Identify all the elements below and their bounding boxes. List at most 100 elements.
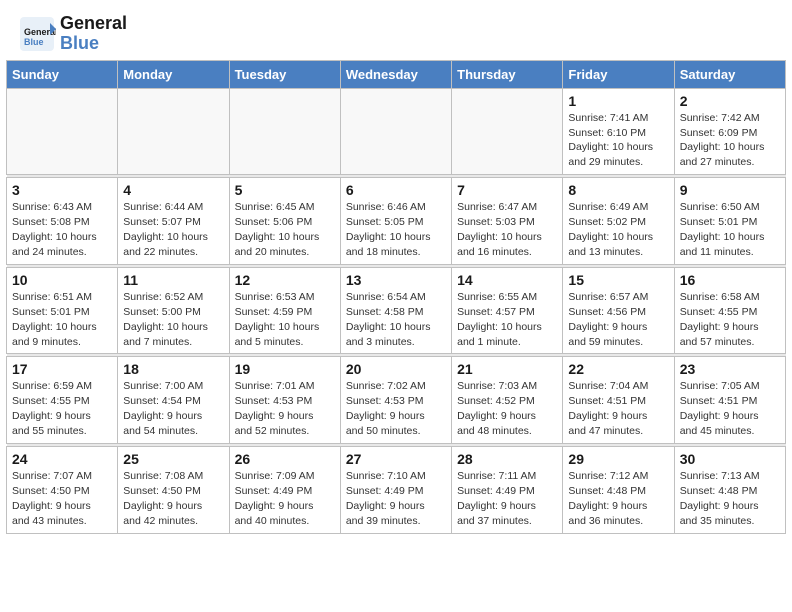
calendar-cell: 6 Sunrise: 6:46 AM Sunset: 5:05 PM Daylig…: [340, 178, 451, 265]
day-number: 3: [12, 182, 112, 198]
calendar-cell: [118, 88, 229, 175]
calendar-cell: 18Sunrise: 7:00 AM Sunset: 4:54 PM Dayli…: [118, 357, 229, 444]
day-info: Sunrise: 7:11 AM Sunset: 4:49 PM Dayligh…: [457, 469, 557, 529]
calendar-cell: [452, 88, 563, 175]
weekday-header-saturday: Saturday: [674, 60, 785, 88]
day-info: Sunrise: 6:58 AM Sunset: 4:55 PM Dayligh…: [680, 290, 780, 350]
day-info: Sunrise: 6:44 AM Sunset: 5:07 PM Dayligh…: [123, 200, 223, 260]
day-number: 25: [123, 451, 223, 467]
day-number: 16: [680, 272, 780, 288]
day-number: 30: [680, 451, 780, 467]
day-number: 24: [12, 451, 112, 467]
calendar-cell: 4 Sunrise: 6:44 AM Sunset: 5:07 PM Daylig…: [118, 178, 229, 265]
calendar-cell: 25 Sunrise: 7:08 AM Sunset: 4:50 PM Dayli…: [118, 447, 229, 534]
day-number: 6: [346, 182, 446, 198]
day-number: 20: [346, 361, 446, 377]
day-number: 12: [235, 272, 335, 288]
weekday-header-friday: Friday: [563, 60, 674, 88]
day-number: 9: [680, 182, 780, 198]
day-number: 17: [12, 361, 112, 377]
logo: General Blue General Blue: [18, 14, 127, 54]
day-info: Sunrise: 7:03 AM Sunset: 4:52 PM Dayligh…: [457, 379, 557, 439]
calendar-container: SundayMondayTuesdayWednesdayThursdayFrid…: [0, 60, 792, 540]
calendar-cell: [7, 88, 118, 175]
calendar-cell: 19 Sunrise: 7:01 AM Sunset: 4:53 PM Dayli…: [229, 357, 340, 444]
day-info: Sunrise: 6:55 AM Sunset: 4:57 PM Dayligh…: [457, 290, 557, 350]
calendar-cell: 3 Sunrise: 6:43 AM Sunset: 5:08 PM Daylig…: [7, 178, 118, 265]
header: General Blue General Blue: [0, 0, 792, 60]
day-info: Sunrise: 7:12 AM Sunset: 4:48 PM Dayligh…: [568, 469, 668, 529]
day-info: Sunrise: 6:47 AM Sunset: 5:03 PM Dayligh…: [457, 200, 557, 260]
calendar-cell: 17 Sunrise: 6:59 AM Sunset: 4:55 PM Dayli…: [7, 357, 118, 444]
calendar-cell: 15Sunrise: 6:57 AM Sunset: 4:56 PM Dayli…: [563, 267, 674, 354]
day-number: 4: [123, 182, 223, 198]
calendar-cell: 21 Sunrise: 7:03 AM Sunset: 4:52 PM Dayli…: [452, 357, 563, 444]
day-info: Sunrise: 7:00 AM Sunset: 4:54 PM Dayligh…: [123, 379, 223, 439]
day-info: Sunrise: 6:46 AM Sunset: 5:05 PM Dayligh…: [346, 200, 446, 260]
day-info: Sunrise: 6:53 AM Sunset: 4:59 PM Dayligh…: [235, 290, 335, 350]
day-info: Sunrise: 7:09 AM Sunset: 4:49 PM Dayligh…: [235, 469, 335, 529]
calendar-week-3: 10 Sunrise: 6:51 AM Sunset: 5:01 PM Dayli…: [7, 267, 786, 354]
calendar-cell: 7 Sunrise: 6:47 AM Sunset: 5:03 PM Daylig…: [452, 178, 563, 265]
day-number: 27: [346, 451, 446, 467]
calendar-cell: 12 Sunrise: 6:53 AM Sunset: 4:59 PM Dayli…: [229, 267, 340, 354]
calendar-cell: 10 Sunrise: 6:51 AM Sunset: 5:01 PM Dayli…: [7, 267, 118, 354]
calendar-cell: 24Sunrise: 7:07 AM Sunset: 4:50 PM Dayli…: [7, 447, 118, 534]
logo-icon: General Blue: [18, 15, 56, 53]
day-info: Sunrise: 7:41 AM Sunset: 6:10 PM Dayligh…: [568, 111, 668, 171]
calendar-cell: 28Sunrise: 7:11 AM Sunset: 4:49 PM Dayli…: [452, 447, 563, 534]
day-number: 13: [346, 272, 446, 288]
day-info: Sunrise: 7:10 AM Sunset: 4:49 PM Dayligh…: [346, 469, 446, 529]
calendar-table: SundayMondayTuesdayWednesdayThursdayFrid…: [6, 60, 786, 534]
day-number: 10: [12, 272, 112, 288]
day-info: Sunrise: 6:51 AM Sunset: 5:01 PM Dayligh…: [12, 290, 112, 350]
calendar-cell: 27 Sunrise: 7:10 AM Sunset: 4:49 PM Dayli…: [340, 447, 451, 534]
day-number: 8: [568, 182, 668, 198]
calendar-body: 1Sunrise: 7:41 AM Sunset: 6:10 PM Daylig…: [7, 88, 786, 533]
day-number: 29: [568, 451, 668, 467]
day-info: Sunrise: 7:02 AM Sunset: 4:53 PM Dayligh…: [346, 379, 446, 439]
calendar-cell: 22Sunrise: 7:04 AM Sunset: 4:51 PM Dayli…: [563, 357, 674, 444]
calendar-cell: [340, 88, 451, 175]
weekday-header-tuesday: Tuesday: [229, 60, 340, 88]
calendar-cell: 1Sunrise: 7:41 AM Sunset: 6:10 PM Daylig…: [563, 88, 674, 175]
calendar-week-1: 1Sunrise: 7:41 AM Sunset: 6:10 PM Daylig…: [7, 88, 786, 175]
calendar-week-4: 17 Sunrise: 6:59 AM Sunset: 4:55 PM Dayli…: [7, 357, 786, 444]
day-number: 7: [457, 182, 557, 198]
day-info: Sunrise: 6:54 AM Sunset: 4:58 PM Dayligh…: [346, 290, 446, 350]
day-number: 14: [457, 272, 557, 288]
day-info: Sunrise: 7:13 AM Sunset: 4:48 PM Dayligh…: [680, 469, 780, 529]
weekday-header-wednesday: Wednesday: [340, 60, 451, 88]
weekday-header-row: SundayMondayTuesdayWednesdayThursdayFrid…: [7, 60, 786, 88]
day-number: 2: [680, 93, 780, 109]
calendar-cell: 8Sunrise: 6:49 AM Sunset: 5:02 PM Daylig…: [563, 178, 674, 265]
calendar-cell: 16 Sunrise: 6:58 AM Sunset: 4:55 PM Dayli…: [674, 267, 785, 354]
calendar-cell: 26 Sunrise: 7:09 AM Sunset: 4:49 PM Dayli…: [229, 447, 340, 534]
calendar-cell: 11Sunrise: 6:52 AM Sunset: 5:00 PM Dayli…: [118, 267, 229, 354]
day-info: Sunrise: 7:01 AM Sunset: 4:53 PM Dayligh…: [235, 379, 335, 439]
day-number: 26: [235, 451, 335, 467]
calendar-cell: 5Sunrise: 6:45 AM Sunset: 5:06 PM Daylig…: [229, 178, 340, 265]
calendar-cell: [229, 88, 340, 175]
day-info: Sunrise: 6:43 AM Sunset: 5:08 PM Dayligh…: [12, 200, 112, 260]
svg-text:Blue: Blue: [24, 37, 44, 47]
calendar-cell: 30 Sunrise: 7:13 AM Sunset: 4:48 PM Dayli…: [674, 447, 785, 534]
day-info: Sunrise: 7:42 AM Sunset: 6:09 PM Dayligh…: [680, 111, 780, 171]
day-info: Sunrise: 6:57 AM Sunset: 4:56 PM Dayligh…: [568, 290, 668, 350]
day-number: 19: [235, 361, 335, 377]
day-number: 22: [568, 361, 668, 377]
calendar-cell: 14 Sunrise: 6:55 AM Sunset: 4:57 PM Dayli…: [452, 267, 563, 354]
logo-text: General Blue: [60, 14, 127, 54]
weekday-header-sunday: Sunday: [7, 60, 118, 88]
day-number: 5: [235, 182, 335, 198]
day-info: Sunrise: 7:05 AM Sunset: 4:51 PM Dayligh…: [680, 379, 780, 439]
day-info: Sunrise: 7:08 AM Sunset: 4:50 PM Dayligh…: [123, 469, 223, 529]
day-number: 21: [457, 361, 557, 377]
calendar-cell: 9 Sunrise: 6:50 AM Sunset: 5:01 PM Daylig…: [674, 178, 785, 265]
calendar-header: SundayMondayTuesdayWednesdayThursdayFrid…: [7, 60, 786, 88]
weekday-header-thursday: Thursday: [452, 60, 563, 88]
calendar-cell: 13 Sunrise: 6:54 AM Sunset: 4:58 PM Dayli…: [340, 267, 451, 354]
calendar-week-2: 3 Sunrise: 6:43 AM Sunset: 5:08 PM Daylig…: [7, 178, 786, 265]
day-info: Sunrise: 6:59 AM Sunset: 4:55 PM Dayligh…: [12, 379, 112, 439]
day-info: Sunrise: 6:50 AM Sunset: 5:01 PM Dayligh…: [680, 200, 780, 260]
